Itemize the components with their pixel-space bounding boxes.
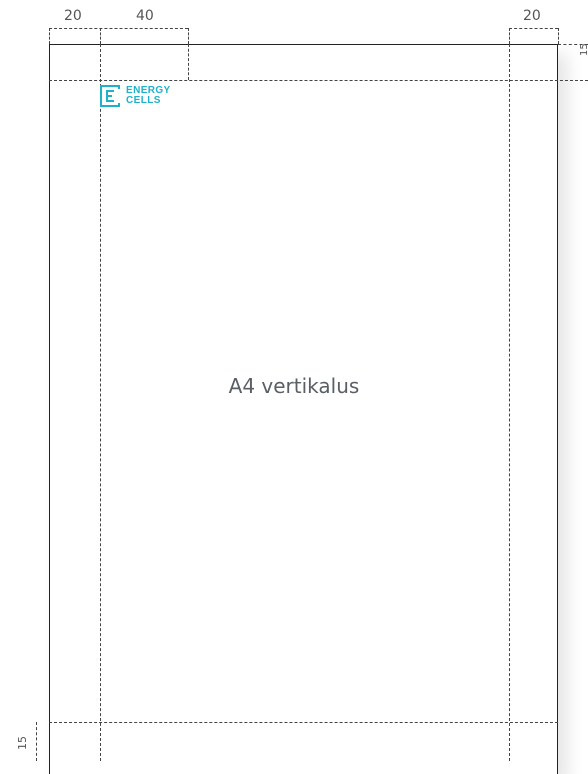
top-right-dimension-line	[509, 28, 558, 29]
logo-line-2: CELLS	[126, 95, 161, 106]
tick-right-edge	[558, 28, 559, 44]
page-format-title: A4 vertikalus	[228, 374, 360, 398]
top-dimension-line	[49, 28, 188, 29]
tick-margin-left	[100, 28, 101, 44]
top-margin-label: 15	[579, 43, 588, 56]
logo-width-guide	[188, 44, 189, 80]
left-margin-label: 20	[64, 8, 82, 24]
logo-width-label: 40	[136, 8, 154, 24]
right-margin-label: 20	[523, 8, 541, 24]
bottom-margin-label: 15	[16, 736, 29, 750]
bottom-dimension-line	[36, 722, 37, 761]
left-margin-guide	[100, 44, 101, 761]
right-margin-guide	[509, 44, 510, 761]
tick-logo-right	[188, 28, 189, 44]
top-margin-guide	[49, 80, 588, 81]
tick-right-margin	[509, 28, 510, 44]
logo-text-block: ENERGY CELLS	[126, 86, 171, 106]
energy-cells-logo: ENERGY CELLS	[100, 85, 171, 107]
energy-cells-logo-icon	[100, 85, 120, 107]
bottom-margin-guide	[49, 722, 558, 723]
tick-left	[49, 28, 50, 44]
a4-page-sheet	[49, 44, 558, 774]
